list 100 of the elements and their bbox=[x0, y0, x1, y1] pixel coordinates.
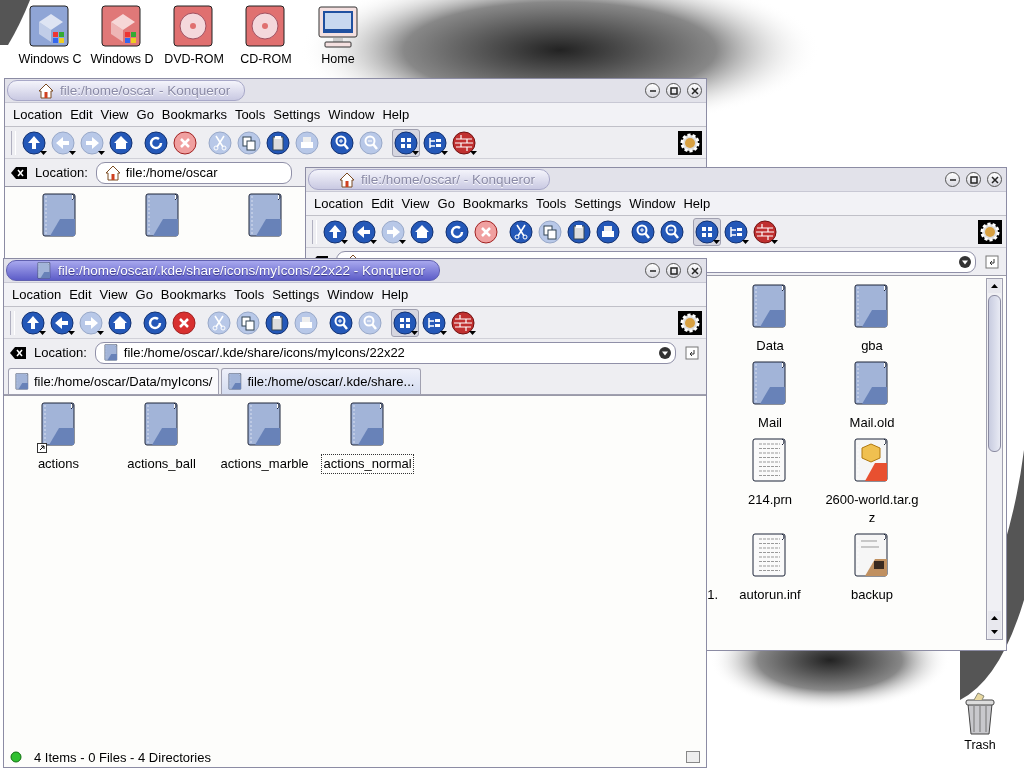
menu-item[interactable]: Bookmarks bbox=[157, 107, 231, 122]
file-name[interactable]: autorun.inf bbox=[738, 586, 802, 604]
menu-item[interactable]: Edit bbox=[65, 287, 96, 302]
file-name[interactable]: actions_ball bbox=[126, 455, 197, 473]
menu-item[interactable]: View bbox=[95, 287, 132, 302]
menu-item[interactable]: Help bbox=[679, 196, 715, 211]
menu-item[interactable]: Settings bbox=[268, 287, 324, 302]
toolbar-button[interactable] bbox=[327, 308, 355, 337]
file-name[interactable]: Mail bbox=[757, 414, 783, 432]
menu-item[interactable]: Location bbox=[310, 196, 368, 211]
menu-item[interactable]: View bbox=[397, 196, 434, 211]
scroll-up-button[interactable] bbox=[988, 611, 1001, 625]
toolbar-button[interactable] bbox=[594, 217, 622, 246]
location-field[interactable]: file:/home/oscar bbox=[95, 161, 292, 184]
toolbar-button[interactable] bbox=[392, 128, 420, 157]
toolbar-button[interactable] bbox=[48, 308, 76, 337]
toolbar-button[interactable] bbox=[443, 217, 471, 246]
minimize-button[interactable] bbox=[645, 83, 660, 98]
folder-icon[interactable] bbox=[751, 284, 789, 330]
toolbar-button[interactable] bbox=[142, 128, 170, 157]
menu-item[interactable]: Settings bbox=[570, 196, 626, 211]
toolbar-button[interactable] bbox=[170, 308, 198, 337]
toolbar-button[interactable] bbox=[141, 308, 169, 337]
folder-icon[interactable] bbox=[245, 402, 284, 448]
toolbar-button[interactable] bbox=[19, 308, 47, 337]
toolbar-button[interactable] bbox=[408, 217, 436, 246]
file-name[interactable]: actions_marble bbox=[219, 455, 310, 473]
toolbar-button[interactable] bbox=[328, 128, 356, 157]
toolbar-button[interactable] bbox=[106, 308, 134, 337]
archive-file-icon[interactable] bbox=[853, 438, 891, 484]
folder-icon[interactable] bbox=[142, 402, 181, 448]
menu-item[interactable]: Help bbox=[377, 287, 413, 302]
folder-icon[interactable] bbox=[348, 402, 387, 448]
close-button[interactable] bbox=[687, 83, 702, 98]
desktop-icon-label[interactable]: Trash bbox=[964, 738, 996, 752]
menu-item[interactable]: Tools bbox=[229, 287, 269, 302]
file-name[interactable]: Data bbox=[755, 337, 785, 355]
minimize-button[interactable] bbox=[645, 263, 660, 278]
toolbar-button[interactable] bbox=[107, 128, 135, 157]
folder-icon[interactable] bbox=[40, 193, 79, 239]
menu-item[interactable]: Bookmarks bbox=[458, 196, 532, 211]
toolbar-button[interactable] bbox=[20, 128, 48, 157]
menu-item[interactable]: Window bbox=[625, 196, 680, 211]
toolbar-button[interactable] bbox=[565, 217, 593, 246]
file-name[interactable]: 214.prn bbox=[746, 491, 794, 509]
menu-item[interactable]: View bbox=[96, 107, 133, 122]
desktop-icon-label[interactable]: Home bbox=[321, 52, 355, 66]
menu-item[interactable]: Window bbox=[323, 287, 378, 302]
toolbar-button[interactable] bbox=[629, 217, 657, 246]
file-name[interactable]: actions bbox=[36, 455, 81, 473]
toolbar-button[interactable] bbox=[420, 308, 448, 337]
file-name[interactable]: 2600-world.tar.gz bbox=[822, 491, 922, 527]
menu-item[interactable]: Edit bbox=[367, 196, 398, 211]
toolbar-button[interactable] bbox=[693, 217, 721, 246]
desktop-icon-label[interactable]: DVD-ROM bbox=[164, 52, 224, 66]
maximize-button[interactable] bbox=[666, 263, 681, 278]
menu-item[interactable]: Location bbox=[9, 107, 67, 122]
scroll-down-button[interactable] bbox=[988, 625, 1001, 639]
tab[interactable]: file:/home/oscar/.kde/share... bbox=[221, 368, 422, 394]
menu-item[interactable]: Go bbox=[433, 196, 459, 211]
menu-item[interactable]: Edit bbox=[66, 107, 97, 122]
close-button[interactable] bbox=[687, 263, 702, 278]
toolbar-button[interactable] bbox=[350, 217, 378, 246]
menu-item[interactable]: Bookmarks bbox=[156, 287, 230, 302]
tab[interactable]: file:/home/oscar/Data/myIcons/ bbox=[8, 368, 220, 394]
toolbar-button[interactable] bbox=[722, 217, 750, 246]
folder-icon[interactable] bbox=[853, 284, 891, 330]
menu-item[interactable]: Help bbox=[378, 107, 414, 122]
scroll-up-button[interactable] bbox=[988, 279, 1001, 293]
script-file-icon[interactable] bbox=[853, 533, 891, 579]
menu-item[interactable]: Location bbox=[8, 287, 66, 302]
maximize-button[interactable] bbox=[966, 172, 981, 187]
file-name[interactable]: Mail.old bbox=[848, 414, 896, 432]
menu-item[interactable]: Window bbox=[324, 107, 379, 122]
desktop-icon-label[interactable]: Windows C bbox=[18, 52, 82, 66]
text-file-icon[interactable] bbox=[751, 438, 789, 484]
folder-icon[interactable] bbox=[39, 402, 78, 448]
file-name[interactable]: backup bbox=[850, 586, 894, 604]
menu-item[interactable]: Settings bbox=[269, 107, 325, 122]
file-name[interactable]: gba bbox=[860, 337, 884, 355]
toolbar-button[interactable] bbox=[450, 128, 478, 157]
file-name[interactable]: actions_normal bbox=[322, 455, 413, 473]
folder-icon[interactable] bbox=[143, 193, 182, 239]
folder-icon[interactable] bbox=[853, 361, 891, 407]
toolbar-button[interactable] bbox=[658, 217, 686, 246]
scrollbar-thumb[interactable] bbox=[988, 295, 1001, 452]
close-button[interactable] bbox=[987, 172, 1002, 187]
toolbar-button[interactable] bbox=[391, 308, 419, 337]
toolbar-button[interactable] bbox=[421, 128, 449, 157]
toolbar-button[interactable] bbox=[751, 217, 779, 246]
toolbar-button[interactable] bbox=[321, 217, 349, 246]
desktop-icon-label[interactable]: CD-ROM bbox=[240, 52, 292, 66]
folder-icon[interactable] bbox=[246, 193, 285, 239]
location-field[interactable]: file:/home/oscar/.kde/share/icons/myIcons/22x22 bbox=[94, 341, 676, 364]
toolbar-button[interactable] bbox=[449, 308, 477, 337]
toolbar-button[interactable] bbox=[263, 308, 291, 337]
minimize-button[interactable] bbox=[945, 172, 960, 187]
menu-item[interactable]: Go bbox=[131, 287, 157, 302]
file-name[interactable]: 1. bbox=[706, 586, 719, 604]
scrollbar[interactable] bbox=[986, 278, 1003, 640]
